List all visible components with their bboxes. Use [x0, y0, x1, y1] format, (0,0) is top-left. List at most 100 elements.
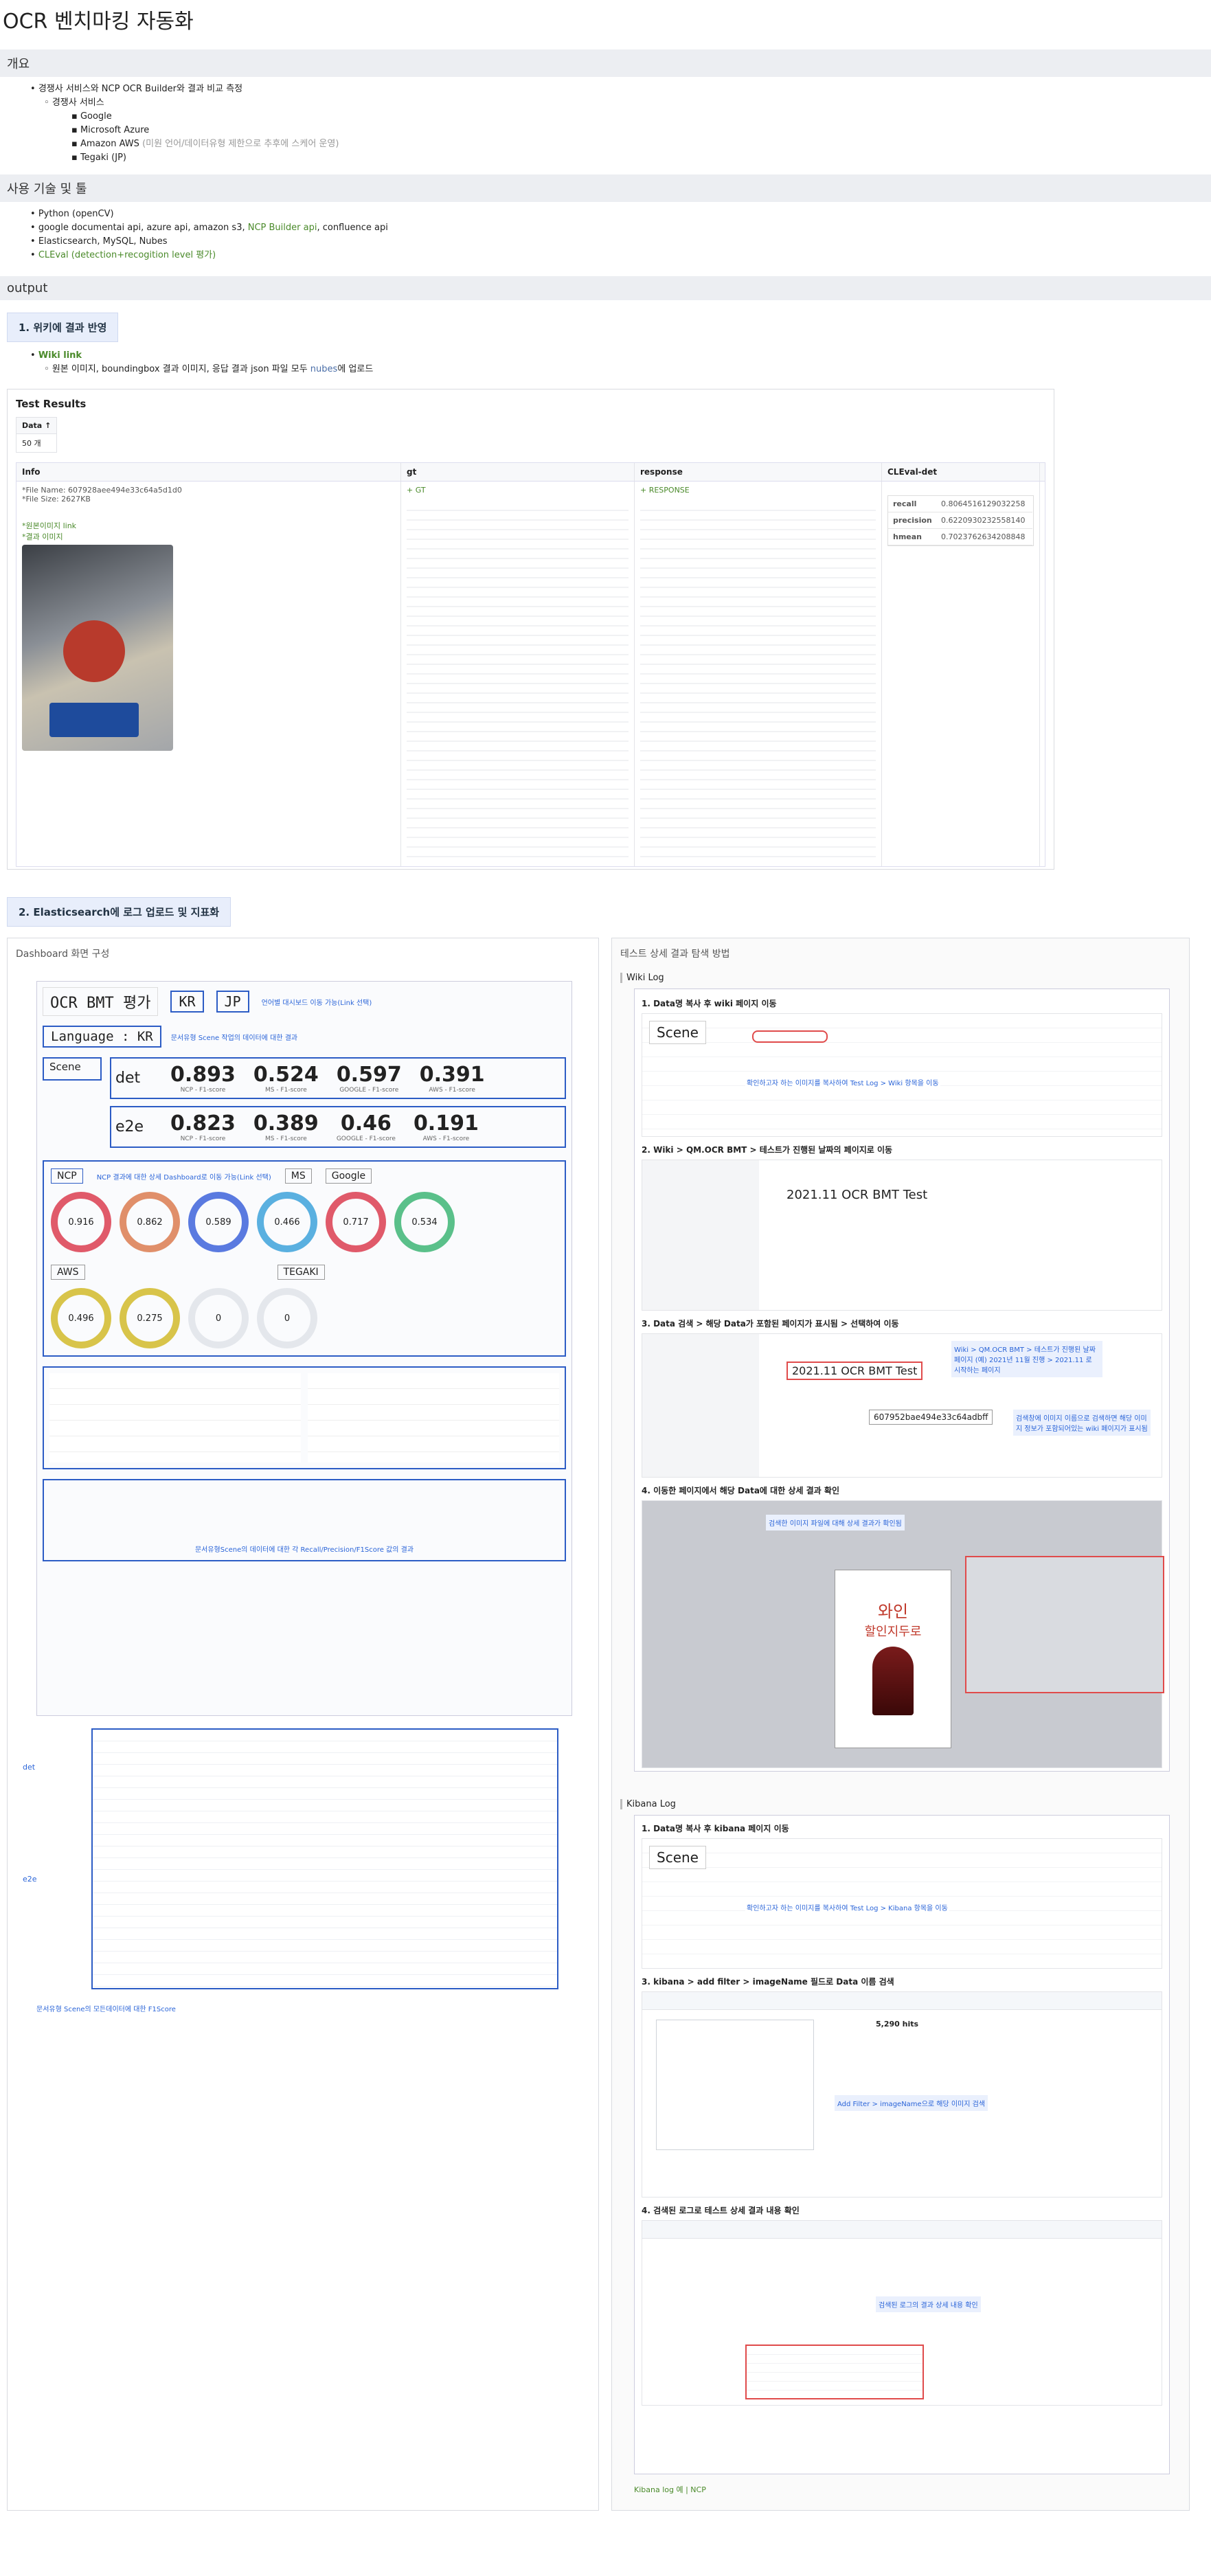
overview-list: • 경쟁사 서비스와 NCP OCR Builder와 결과 비교 측정 ◦ 경… — [30, 84, 339, 163]
kpi-label: AWS - F1-score — [429, 1087, 475, 1094]
note-ncp: NCP 결과에 대한 상세 Dashboard로 이동 가능(Link 선택) — [96, 1173, 271, 1182]
wiki-step-3: 3. Data 검색 > 해당 Data가 포함된 페이지가 표시됨 > 선택하… — [642, 1319, 899, 1329]
metric-hmean-label: hmean — [888, 529, 936, 545]
gauge-tegaki-2: 0 — [257, 1288, 317, 1348]
output-heading: output — [0, 276, 1211, 300]
vendor-aws: Amazon AWS — [80, 139, 139, 149]
kibana-footer-link[interactable]: Kibana log 예 | NCP — [634, 2484, 1181, 2495]
bbox-image-link[interactable]: *결과 이미지 — [22, 531, 395, 542]
page-title: OCR 벤치마킹 자동화 — [3, 10, 194, 34]
tech-heading: 사용 기술 및 툴 — [0, 174, 1211, 202]
e2e-ms-kpi: 0.389 — [253, 1111, 319, 1136]
data-filter[interactable]: Data ↑ 50 개 — [16, 417, 58, 453]
e2e-note: e2e — [23, 1875, 37, 1884]
wiki-note-c: 검색창에 이미지 이름으로 검색하면 해당 이미지 정보가 포함되어있는 wik… — [1013, 1410, 1151, 1436]
metric-hmean-value: 0.7023762634208848 — [936, 529, 1032, 545]
e2e-kpi-row: e2e 0.823 NCP - F1-score 0.389 MS - F1-sco… — [110, 1106, 566, 1148]
kpi-label: GOOGLE - F1-score — [336, 1136, 396, 1142]
wiki-sidebar — [642, 1160, 759, 1310]
table-row: *File Name: 6079​28aee494e33c64a5d1d0 *F… — [16, 482, 1045, 866]
section1-desc2: 에 업로드 — [337, 364, 374, 374]
overview-heading: 개요 — [0, 49, 1211, 77]
log-tables-area: det e2e — [23, 1728, 590, 1989]
gt-label[interactable]: + GT — [407, 486, 629, 495]
kibana-step-1: 1. Data명 복사 후 kibana 페이지 이동 — [642, 1824, 789, 1833]
test-results-panel: Test Results Data ↑ 50 개 Info gt respons… — [7, 389, 1054, 870]
wiki-log-steps: 1. Data명 복사 후 wiki 페이지 이동 Scene 확인하고자 하는… — [634, 988, 1170, 1772]
tech-confluence: , confluence api — [317, 223, 388, 233]
det-ms-kpi: 0.524 — [253, 1063, 319, 1087]
kpi-label: NCP - F1-score — [180, 1087, 226, 1094]
dashboard-caption: Dashboard 화면 구성 — [16, 949, 110, 960]
poster-image: 와인 할인지두로 — [835, 1570, 951, 1748]
poster-text-2: 할인지두로 — [864, 1625, 922, 1639]
aws-dashboard-link[interactable]: AWS — [51, 1265, 85, 1280]
confluence-page: OCR 벤치마킹 자동화 개요 • 경쟁사 서비스와 NCP OCR Build… — [0, 0, 1211, 2576]
kpi-label: NCP - F1-score — [180, 1136, 226, 1142]
app-title: OCR BMT 평가 — [43, 987, 159, 1016]
kibana-toolbar — [642, 2221, 1162, 2239]
kpi-label: MS - F1-score — [264, 1087, 307, 1094]
wiki-step4-shot: 와인 할인지두로 검색한 이미지 파일에 대해 상세 결과가 확인됨 — [642, 1500, 1164, 1768]
tech-item: google documentai api, azure api, amazon… — [38, 223, 248, 233]
overview-item: 경쟁사 서비스와 NCP OCR Builder와 결과 비교 측정 — [38, 84, 243, 94]
orig-image-link[interactable]: *원본이미지 link — [22, 520, 395, 531]
wiki-search-input[interactable]: 6079​52bae494e33c64adbff — [869, 1410, 993, 1425]
tech-list: • Python (openCV) • google documentai ap… — [30, 209, 388, 260]
nubes-link[interactable]: nubes — [310, 364, 338, 374]
kibana-note-a: 확인하고자 하는 이미지를 복사하여 Test Log > Kibana 항목을… — [745, 1901, 949, 1914]
note-recall: 문서유형Scene의 데이터에 대한 각 Recall/Precision/F1… — [194, 1546, 414, 1554]
metric-precision-label: precision — [888, 512, 936, 529]
gauge-google-2: 0.534 — [394, 1192, 455, 1252]
highlight-data — [752, 1030, 828, 1043]
kibana-note-c: 검색된 로그의 결과 상세 내용 확인 — [876, 2296, 981, 2312]
gauge-ms-1: 0.589 — [188, 1192, 249, 1252]
gauge-aws-2: 0.275 — [120, 1288, 180, 1348]
ncp-dashboard-link[interactable]: NCP — [51, 1168, 83, 1184]
wiki-link[interactable]: Wiki link — [38, 350, 82, 361]
col-info: Info — [16, 463, 401, 481]
wiki-note-b: Wiki > QM.OCR BMT > 테스트가 진행된 날짜페이지 (예) 2… — [951, 1341, 1102, 1377]
overview-sub: 경쟁사 서비스 — [52, 98, 104, 108]
dashboard-screenshot: OCR BMT 평가 KR JP 언어별 대시보드 이동 가능(Link 선택)… — [36, 981, 572, 1716]
response-content — [640, 501, 876, 859]
poster-text-1: 와인 — [877, 1602, 909, 1621]
metric-precision-value: 0.6220930232558140 — [936, 512, 1032, 529]
kibana-toolbar — [642, 1992, 1162, 2010]
google-dashboard-link[interactable]: Google — [325, 1168, 372, 1184]
summary-tables: 문서유형Scene의 데이터에 대한 각 Recall/Precision/F1… — [43, 1479, 566, 1561]
lang-kr-button[interactable]: KR — [170, 991, 204, 1013]
e2e-aws-kpi: 0.191 — [413, 1111, 479, 1136]
lang-jp-button[interactable]: JP — [216, 991, 249, 1013]
note-scene: 문서유형 Scene 작업의 데이터에 대한 결과 — [170, 1034, 298, 1042]
wiki-step-1: 1. Data명 복사 후 wiki 페이지 이동 — [642, 999, 777, 1008]
det-ncp-kpi: 0.893 — [170, 1063, 236, 1087]
wine-glass — [872, 1647, 914, 1715]
ms-dashboard-link[interactable]: MS — [284, 1168, 312, 1184]
kibana-step1-shot: Scene 확인하고자 하는 이미지를 복사하여 Test Log > Kiba… — [642, 1838, 1162, 1969]
language-badge: Language : KR — [43, 1026, 161, 1048]
scene-label: Scene — [649, 1846, 706, 1869]
test-results-title: Test Results — [16, 398, 87, 410]
file-name: *File Name: 6079​28aee494e33c64a5d1d0 — [22, 486, 182, 495]
add-filter-popover[interactable] — [656, 2020, 814, 2150]
note-f1: 문서유형 Scene의 모든데이터에 대한 F1Score — [36, 2006, 176, 2013]
wiki-step3-shot: 2021.11 OCR BMT Test Wiki > QM.OCR BMT >… — [642, 1333, 1162, 1478]
gauge-ncp-2: 0.862 — [120, 1192, 180, 1252]
det-label: det — [115, 1070, 141, 1087]
scene-button[interactable]: Scene — [43, 1057, 102, 1081]
det-kpis: 0.893 NCP - F1-score 0.524 MS - F1-score 0… — [170, 1063, 485, 1094]
det-aws-kpi: 0.391 — [419, 1063, 485, 1087]
cleval-link[interactable]: CLEval (detection+recogition level 평가) — [38, 250, 216, 260]
response-label[interactable]: + RESPONSE — [640, 486, 876, 495]
scene-label: Scene — [649, 1021, 706, 1044]
results-header: Info gt response CLEval-det — [16, 463, 1045, 482]
col-cleval: CLEval-det — [882, 463, 1040, 481]
ncp-builder-link[interactable]: NCP Builder api — [248, 223, 317, 233]
col-gt: gt — [401, 463, 635, 481]
product-thumbnail — [22, 545, 173, 751]
note-lang: 언어별 대시보드 이동 가능(Link 선택) — [261, 999, 372, 1007]
tegaki-dashboard-link[interactable]: TEGAKI — [277, 1265, 325, 1280]
kibana-log-title: Kibana Log — [620, 1799, 1181, 1809]
kibana-log-steps: 1. Data명 복사 후 kibana 페이지 이동 Scene 확인하고자 … — [634, 1815, 1170, 2474]
